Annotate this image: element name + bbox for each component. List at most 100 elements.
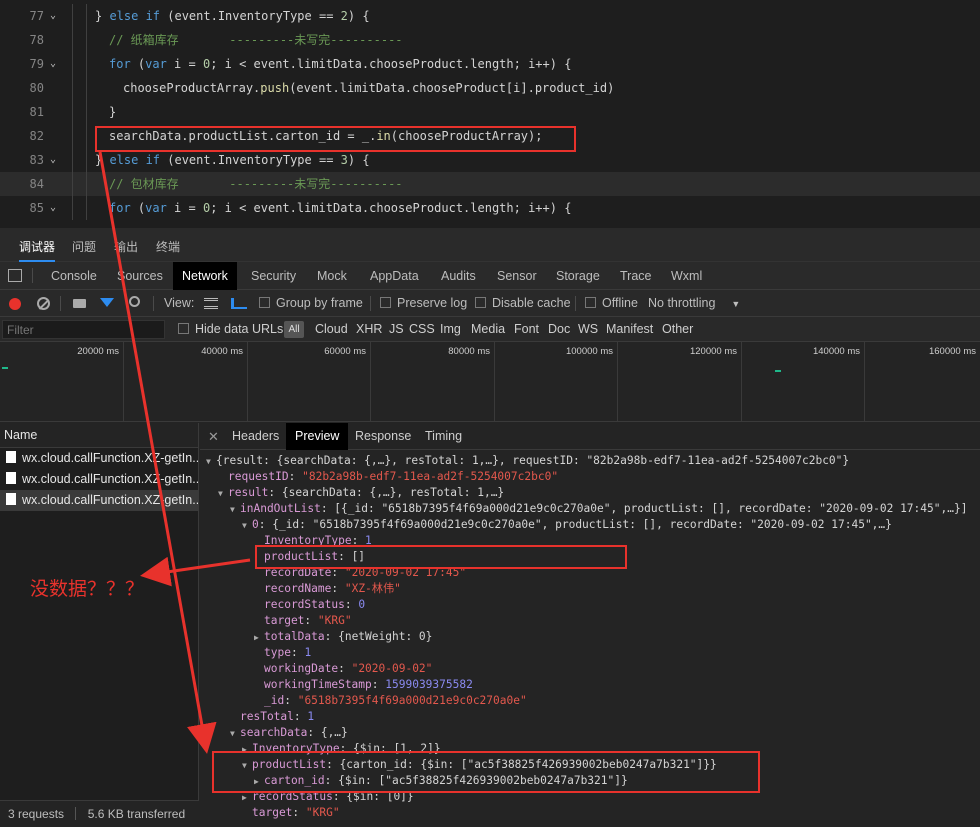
collapse-triangle-icon[interactable]: ▶ xyxy=(254,774,264,790)
code-token: } xyxy=(95,9,110,23)
tab-console[interactable]: Console xyxy=(51,262,97,290)
json-tree-row: workingTimeStamp: 1599039375582 xyxy=(254,677,473,693)
filter-input[interactable] xyxy=(2,320,165,339)
code-text: for (var i = 0; i < event.limitData.choo… xyxy=(109,196,571,220)
network-timeline[interactable]: 20000 ms 40000 ms 60000 ms 80000 ms 100000 m… xyxy=(0,342,980,422)
code-line[interactable]: 81} xyxy=(0,100,980,124)
code-text: } xyxy=(109,100,116,124)
filter-font[interactable]: Font xyxy=(514,317,539,342)
filter-other[interactable]: Other xyxy=(662,317,693,342)
tab-terminal[interactable]: 终端 xyxy=(156,238,180,255)
code-line[interactable]: 79 ⌄ for (var i = 0; i < event.limitData.c… xyxy=(0,52,980,76)
code-editor[interactable]: 77 ⌄} else if (event.InventoryType == 2) … xyxy=(0,0,980,228)
record-icon[interactable] xyxy=(9,298,21,310)
collapse-triangle-icon[interactable]: ▶ xyxy=(242,790,252,806)
tab-problems[interactable]: 问题 xyxy=(72,238,96,255)
tab-headers[interactable]: Headers xyxy=(232,423,279,450)
tab-debugger[interactable]: 调试器 xyxy=(19,238,56,262)
json-value: : {searchData: {,…}, resTotal: 1,…} xyxy=(268,486,505,499)
expand-triangle-icon[interactable]: ▼ xyxy=(218,486,228,502)
json-key: requestID xyxy=(228,470,289,483)
tab-output[interactable]: 输出 xyxy=(114,238,138,255)
collapse-triangle-icon[interactable]: ▶ xyxy=(242,742,252,758)
filter-all-button[interactable]: All xyxy=(284,321,304,338)
json-tree-row[interactable]: ▶ InventoryType: {$in: [1, 2]} xyxy=(242,741,441,757)
filter-xhr[interactable]: XHR xyxy=(356,317,382,342)
request-row[interactable]: wx.cloud.callFunction.XZ-getIn... xyxy=(0,448,198,469)
json-tree-row[interactable]: ▼ searchData: {,…} xyxy=(230,725,348,741)
json-tree-row[interactable]: ▼ productList: {carton_id: {$in: ["ac5f38… xyxy=(242,757,717,773)
group-by-frame-checkbox[interactable]: Group by frame xyxy=(259,290,363,317)
hide-data-urls-checkbox[interactable]: Hide data URLs xyxy=(178,317,283,342)
filter-manifest[interactable]: Manifest xyxy=(606,317,653,342)
tab-storage[interactable]: Storage xyxy=(556,262,600,290)
tab-network[interactable]: Network xyxy=(173,262,237,290)
tab-appdata[interactable]: AppData xyxy=(370,262,419,290)
filter-media[interactable]: Media xyxy=(471,317,505,342)
throttling-select[interactable]: No throttling ▼ xyxy=(648,290,740,317)
tab-timing[interactable]: Timing xyxy=(425,423,462,450)
json-tree-row[interactable]: ▶ recordStatus: {$in: [0]} xyxy=(242,789,414,805)
tab-preview[interactable]: Preview xyxy=(286,423,349,450)
waterfall-overview-icon[interactable] xyxy=(231,298,247,309)
filter-doc[interactable]: Doc xyxy=(548,317,570,342)
tab-sources[interactable]: Sources xyxy=(117,262,163,290)
tab-mock[interactable]: Mock xyxy=(317,262,347,290)
offline-checkbox[interactable]: Offline xyxy=(585,290,638,317)
tab-security[interactable]: Security xyxy=(251,262,296,290)
large-rows-icon[interactable] xyxy=(204,298,218,309)
code-line[interactable]: 77 ⌄} else if (event.InventoryType == 2) … xyxy=(0,4,980,28)
json-tree-row[interactable]: ▶ totalData: {netWeight: 0} xyxy=(254,629,432,645)
line-number: 82 xyxy=(29,129,44,143)
close-icon[interactable]: ✕ xyxy=(208,423,219,450)
code-line[interactable]: 85 ⌄ for (var i = 0; i < event.limitData.c… xyxy=(0,196,980,220)
json-value: 1 xyxy=(307,710,315,723)
fold-chevron-icon[interactable]: ⌄ xyxy=(50,148,62,172)
expand-triangle-icon[interactable]: ▼ xyxy=(206,454,216,470)
request-row[interactable]: wx.cloud.callFunction.XZ-getIn... xyxy=(0,490,198,511)
filter-css[interactable]: CSS xyxy=(409,317,435,342)
filter-js[interactable]: JS xyxy=(389,317,404,342)
expand-triangle-icon[interactable]: ▼ xyxy=(230,502,240,518)
code-line[interactable]: 83 ⌄} else if (event.InventoryType == 3) … xyxy=(0,148,980,172)
search-icon[interactable] xyxy=(129,296,140,307)
expand-triangle-icon[interactable]: ▼ xyxy=(230,726,240,742)
filter-icon[interactable] xyxy=(100,298,114,307)
json-tree-row[interactable]: ▼ {result: {searchData: {,…}, resTotal: 1… xyxy=(206,453,849,469)
filter-bar: Hide data URLs All Cloud XHR JS CSS Img … xyxy=(0,317,980,342)
code-line[interactable]: 78 // 纸箱库存 ---------未写完---------- xyxy=(0,28,980,52)
code-line[interactable]: 84 // 包材库存 ---------未写完---------- xyxy=(0,172,980,196)
json-key: productList xyxy=(264,550,339,563)
preserve-log-checkbox[interactable]: Preserve log xyxy=(380,290,467,317)
collapse-triangle-icon[interactable]: ▶ xyxy=(254,630,264,646)
filter-cloud[interactable]: Cloud xyxy=(315,317,348,342)
file-icon xyxy=(6,493,16,505)
fold-chevron-icon[interactable]: ⌄ xyxy=(50,52,62,76)
json-tree-row[interactable]: ▼ 0: {_id: "6518b7395f4f69a000d21e9c0c270… xyxy=(242,517,892,533)
tab-trace[interactable]: Trace xyxy=(620,262,652,290)
request-row[interactable]: wx.cloud.callFunction.XZ-getIn... xyxy=(0,469,198,490)
json-tree-row[interactable]: ▶ carton_id: {$in: ["ac5f38825f426939002b… xyxy=(254,773,628,789)
json-tree-row: resTotal: 1 xyxy=(230,709,314,725)
tab-sensor[interactable]: Sensor xyxy=(497,262,537,290)
screenshot-camera-icon[interactable] xyxy=(73,299,86,308)
tab-response[interactable]: Response xyxy=(355,423,411,450)
tab-wxml[interactable]: Wxml xyxy=(671,262,702,290)
expand-triangle-icon[interactable]: ▼ xyxy=(242,758,252,774)
json-value: "6518b7395f4f69a000d21e9c0c270a0e" xyxy=(297,694,527,707)
tab-audits[interactable]: Audits xyxy=(441,262,476,290)
filter-img[interactable]: Img xyxy=(440,317,461,342)
clear-icon[interactable] xyxy=(37,297,50,310)
disable-cache-checkbox[interactable]: Disable cache xyxy=(475,290,571,317)
fold-chevron-icon[interactable]: ⌄ xyxy=(50,196,62,220)
json-key: InventoryType xyxy=(264,534,352,547)
name-column-header[interactable]: Name xyxy=(0,423,198,448)
inspect-element-icon[interactable] xyxy=(8,269,22,282)
fold-chevron-icon[interactable]: ⌄ xyxy=(50,4,62,28)
expand-triangle-icon[interactable]: ▼ xyxy=(242,518,252,534)
code-line[interactable]: 80 chooseProductArray.push(event.limitDat… xyxy=(0,76,980,100)
code-line[interactable]: 82 searchData.productList.carton_id = _.i… xyxy=(0,124,980,148)
json-tree-row[interactable]: ▼ result: {searchData: {,…}, resTotal: 1,… xyxy=(218,485,504,501)
json-tree-row[interactable]: ▼ inAndOutList: [{_id: "6518b7395f4f69a00… xyxy=(230,501,967,517)
filter-ws[interactable]: WS xyxy=(578,317,598,342)
